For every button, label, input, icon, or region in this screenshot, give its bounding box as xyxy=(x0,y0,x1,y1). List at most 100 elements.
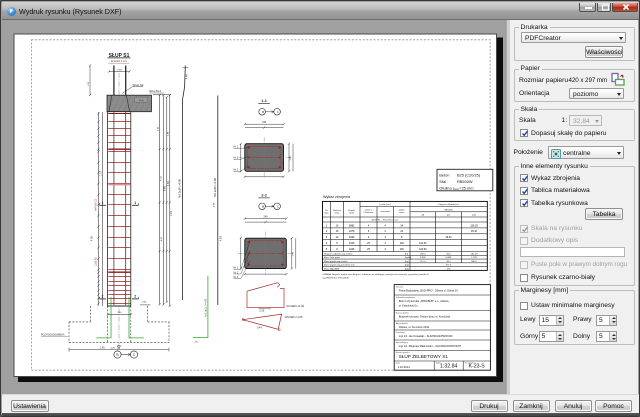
svg-text:1: 1 xyxy=(134,201,136,205)
svg-text:1.10.2014: 1.10.2014 xyxy=(398,365,410,369)
svg-text:K-23-S: K-23-S xyxy=(469,364,486,370)
svg-text:Inwestor: Inwestor xyxy=(396,286,404,289)
svg-text:4.46: 4.46 xyxy=(167,181,170,186)
svg-text:SŁUP ŻELBETOWY S1: SŁUP ŻELBETOWY S1 xyxy=(399,353,449,359)
svg-text:117.0: 117.0 xyxy=(420,261,426,263)
svg-text:Nr1 2φ16 L=8.98: Nr1 2φ16 L=8.98 xyxy=(179,178,182,198)
svg-text:W ilości 4 szt.: W ilości 4 szt. xyxy=(111,59,128,63)
svg-text:Masa ŁĄCZNIE: Masa ŁĄCZNIE xyxy=(324,267,340,270)
svg-text:razem: razem xyxy=(399,211,405,214)
svg-text:2-2: 2-2 xyxy=(261,194,267,198)
svg-text:1915: 1915 xyxy=(349,242,355,245)
svg-text:=25 mm: =25 mm xyxy=(459,185,473,190)
svg-text:SŁUP S1 – W ILOŚCI 4 szt.: SŁUP S1 – W ILOŚCI 4 szt. xyxy=(371,219,398,222)
svg-text:B: B xyxy=(262,110,264,114)
svg-text:0.395: 0.395 xyxy=(420,257,426,259)
svg-text:Jednostka projektowa: Jednostka projektowa xyxy=(396,296,416,299)
svg-text:Nr5 8φ8 L=1.05: Nr5 8φ8 L=1.05 xyxy=(285,316,303,319)
svg-text:B: B xyxy=(262,205,264,209)
svg-text:2.20: 2.20 xyxy=(260,310,265,313)
svg-text:39.44: 39.44 xyxy=(446,236,453,239)
svg-text:Budynek biurowy, Gliwice (przy: Budynek biurowy, Gliwice (przy ul. Kumic… xyxy=(399,314,451,318)
svg-text:Nr4 8φ8 L=1.92: Nr4 8φ8 L=1.92 xyxy=(287,305,305,308)
svg-text:104.50: 104.50 xyxy=(419,248,427,251)
svg-text:4.05: 4.05 xyxy=(91,236,94,241)
svg-text:1879: 1879 xyxy=(349,230,355,233)
svg-text:4930: 4930 xyxy=(349,236,355,239)
svg-text:Nazwa obiektu: Nazwa obiektu xyxy=(396,312,409,315)
svg-text:296.0: 296.0 xyxy=(420,253,426,255)
svg-text:Masa prętów wg gatunków stali: Masa prętów wg gatunków stali xyxy=(324,264,355,267)
svg-text:[kg]: [kg] xyxy=(405,261,409,263)
svg-text:1.70: 1.70 xyxy=(100,171,103,176)
svg-text:100: 100 xyxy=(400,248,405,251)
svg-text:Beton: Beton xyxy=(439,172,449,177)
svg-text:12x0.05: 12x0.05 xyxy=(95,257,98,266)
svg-text:8.98: 8.98 xyxy=(163,186,166,191)
svg-text:Gliwice, ul. Kumiców 123A: Gliwice, ul. Kumiców 123A xyxy=(399,325,430,329)
svg-text:POZ.POSADOWIENIA: POZ.POSADOWIENIA xyxy=(41,333,65,336)
svg-text:Liczba [szt.]: Liczba [szt.] xyxy=(380,203,391,206)
svg-text:-1.80: -1.80 xyxy=(110,347,116,349)
svg-text:prętów w: prętów w xyxy=(365,208,373,211)
svg-text:1.40: 1.40 xyxy=(170,211,173,216)
svg-text:Wykaz zbrojenia: Wykaz zbrojenia xyxy=(323,195,351,199)
svg-text:240: 240 xyxy=(262,121,267,124)
svg-text:2: 2 xyxy=(134,295,136,299)
svg-text:Długość całkowita [m]: Długość całkowita [m] xyxy=(438,203,459,206)
svg-text:Nr: Nr xyxy=(325,209,328,212)
svg-text:[m]: [m] xyxy=(405,253,408,255)
svg-text:Firma Budowlana „BUD-PRO”, Gli: Firma Budowlana „BUD-PRO”, Gliwice ul. D… xyxy=(399,288,459,292)
svg-text:100: 100 xyxy=(400,242,405,245)
svg-text:1:1,5: 1:1,5 xyxy=(139,100,145,102)
svg-text:[kg]: [kg] xyxy=(405,268,409,270)
svg-text:1.40: 1.40 xyxy=(290,155,292,160)
svg-text:Strop S2: Strop S2 xyxy=(133,83,144,87)
svg-text:[kg/m]: [kg/m] xyxy=(405,257,411,259)
svg-text:prętów: prętów xyxy=(399,208,405,211)
svg-text:2: 2 xyxy=(102,295,104,299)
svg-text:mgr inż. Jan Kowalski – SLK/00: mgr inż. Jan Kowalski – SLK/0001/2/PWOK/… xyxy=(399,334,453,338)
svg-text:1045: 1045 xyxy=(349,248,355,251)
svg-text:1.40: 1.40 xyxy=(100,348,105,350)
svg-text:[mm]: [mm] xyxy=(349,213,354,215)
svg-text:Długość: Długość xyxy=(348,210,355,212)
svg-text:[kg]: [kg] xyxy=(405,265,409,267)
svg-text:Masa 1mb pręta: Masa 1mb pręta xyxy=(324,256,341,259)
svg-text:mgr inż. Zbigniew Malinowski –: mgr inż. Zbigniew Malinowski – SLK/0002/… xyxy=(399,344,462,348)
svg-text:-0.45: -0.45 xyxy=(142,302,148,304)
svg-text:181.39: 181.39 xyxy=(471,253,478,255)
svg-text:45.10: 45.10 xyxy=(471,230,478,233)
svg-text:ul. Kościuszki 1c: ul. Kościuszki 1c xyxy=(399,303,419,307)
svg-text:1:32.84: 1:32.84 xyxy=(440,364,457,370)
svg-text:wg PN-EN ISO 3766:2006): wg PN-EN ISO 3766:2006) xyxy=(323,278,350,280)
svg-text:Nr4 8x0.10: Nr4 8x0.10 xyxy=(95,199,98,211)
svg-text:Masa prętów wg średnic: Masa prętów wg średnic xyxy=(324,260,348,263)
svg-text:4.93: 4.93 xyxy=(220,236,223,241)
svg-text:8982: 8982 xyxy=(349,224,355,227)
svg-text:240: 240 xyxy=(264,216,269,219)
svg-text:UWAGA: Długości prętów oraz dł: UWAGA: Długości prętów oraz długości cał… xyxy=(323,273,429,276)
svg-text:Beton B1-4: Beton B1-4 xyxy=(150,90,162,93)
svg-text:1-1: 1-1 xyxy=(261,99,267,103)
svg-text:1.578: 1.578 xyxy=(471,257,477,259)
svg-text:Biuro Inżynierskie „SPECBUD” s: Biuro Inżynierskie „SPECBUD” s.c., Gliwi… xyxy=(399,299,450,303)
svg-text:377.6: 377.6 xyxy=(446,265,452,267)
svg-text:136.29: 136.29 xyxy=(470,224,478,227)
svg-text:Średnica: Średnica xyxy=(333,209,342,212)
svg-text:Sprawdzający: Sprawdzający xyxy=(396,342,408,344)
svg-text:191.50: 191.50 xyxy=(419,242,427,245)
svg-text:Projektant: Projektant xyxy=(396,331,405,334)
svg-text:1.40: 1.40 xyxy=(293,251,295,256)
svg-text:RB500W: RB500W xyxy=(444,209,452,211)
svg-text:RB500W: RB500W xyxy=(457,179,473,184)
svg-text:Adres obiektu: Adres obiektu xyxy=(396,322,408,325)
svg-text:nom: nom xyxy=(454,188,459,191)
svg-text:4.18: 4.18 xyxy=(160,176,163,181)
svg-text:1: 1 xyxy=(102,201,104,205)
svg-text:Nr3 2φ12 L=4.93: Nr3 2φ12 L=4.93 xyxy=(205,298,208,317)
svg-text:286.2: 286.2 xyxy=(471,261,477,263)
svg-text:Stal: Stal xyxy=(439,179,446,184)
svg-text:B25 (C20/25): B25 (C20/25) xyxy=(457,172,481,177)
svg-text:elementów: elementów xyxy=(381,210,391,213)
